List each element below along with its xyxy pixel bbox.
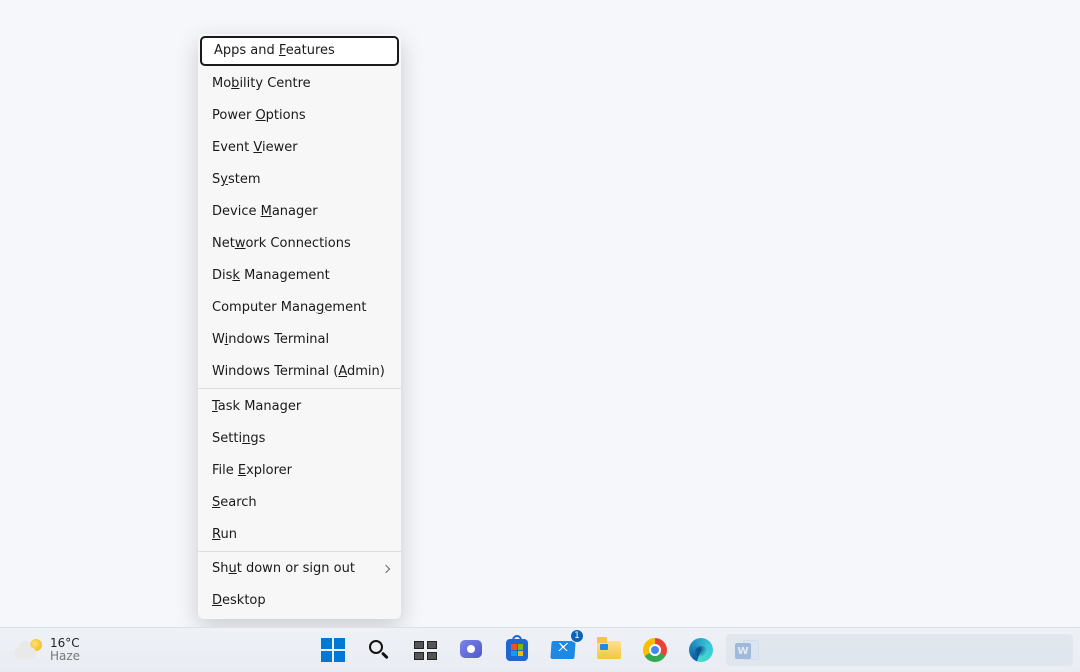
menu-item-mobility-centre[interactable]: Mobility Centre [198,68,401,100]
menu-item-label: Shut down or sign out [212,561,355,576]
weather-haze-icon [14,639,42,661]
menu-item-disk-management[interactable]: Disk Management [198,260,401,292]
file-explorer-button[interactable] [596,637,622,663]
menu-item-label: Apps and Features [214,43,335,58]
system-tray-area[interactable] [726,634,1073,666]
taskbar: 16°C Haze 1 [0,627,1080,672]
weather-condition: Haze [50,650,80,663]
edge-icon [689,638,713,662]
menu-item-run[interactable]: Run [198,518,401,550]
menu-item-label: File Explorer [212,463,292,478]
chrome-icon [643,638,667,662]
menu-item-label: Windows Terminal (Admin) [212,364,385,379]
chat-button[interactable] [458,637,484,663]
menu-item-label: Computer Management [212,300,366,315]
search-button[interactable] [366,637,392,663]
weather-widget[interactable]: 16°C Haze [0,637,190,663]
winx-context-menu: Apps and Features Mobility Centre Power Op… [198,34,401,619]
taskbar-center-icons: 1 W [320,628,760,672]
menu-item-system[interactable]: System [198,164,401,196]
menu-item-apps-features[interactable]: Apps and Features [200,36,399,66]
file-explorer-icon [597,641,621,659]
menu-item-windows-terminal-admin[interactable]: Windows Terminal (Admin) [198,355,401,387]
menu-separator [198,551,401,552]
menu-item-label: Search [212,495,257,510]
menu-item-label: Event Viewer [212,140,298,155]
chevron-right-icon [382,565,390,573]
menu-item-file-explorer[interactable]: File Explorer [198,454,401,486]
menu-item-label: Power Options [212,108,306,123]
windows-logo-icon [321,638,345,662]
menu-item-label: Mobility Centre [212,76,311,91]
menu-item-task-manager[interactable]: Task Manager [198,390,401,422]
menu-item-event-viewer[interactable]: Event Viewer [198,132,401,164]
mail-icon [550,641,575,659]
chrome-button[interactable] [642,637,668,663]
menu-separator [198,388,401,389]
menu-item-label: Settings [212,431,265,446]
task-view-button[interactable] [412,637,438,663]
menu-item-computer-management[interactable]: Computer Management [198,292,401,324]
menu-item-label: Windows Terminal [212,332,329,347]
search-icon [369,640,389,660]
mail-badge: 1 [570,629,584,643]
menu-item-label: Network Connections [212,236,351,251]
menu-item-settings[interactable]: Settings [198,422,401,454]
chat-icon [460,640,482,660]
start-button[interactable] [320,637,346,663]
microsoft-store-button[interactable] [504,637,530,663]
edge-button[interactable] [688,637,714,663]
menu-item-label: Run [212,527,237,542]
microsoft-store-icon [506,639,528,661]
menu-item-shutdown-signout[interactable]: Shut down or sign out [198,553,401,585]
mail-button[interactable]: 1 [550,637,576,663]
menu-item-search[interactable]: Search [198,486,401,518]
menu-item-label: Disk Management [212,268,330,283]
task-view-icon [414,641,437,660]
menu-item-desktop[interactable]: Desktop [198,585,401,617]
menu-item-power-options[interactable]: Power Options [198,100,401,132]
menu-item-device-manager[interactable]: Device Manager [198,196,401,228]
menu-item-label: Desktop [212,593,266,608]
menu-item-label: Device Manager [212,204,318,219]
menu-item-network-connections[interactable]: Network Connections [198,228,401,260]
menu-item-label: System [212,172,261,187]
menu-item-windows-terminal[interactable]: Windows Terminal [198,323,401,355]
menu-item-label: Task Manager [212,399,301,414]
